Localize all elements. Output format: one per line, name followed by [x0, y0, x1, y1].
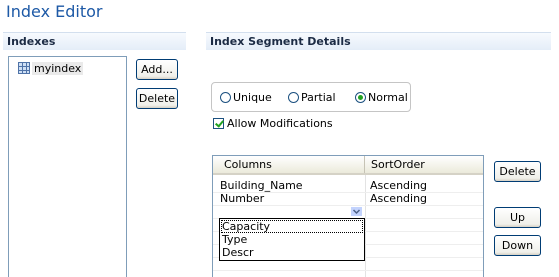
radio-normal-label: Normal [368, 91, 408, 104]
table-icon [18, 62, 30, 74]
index-item-label: myindex [32, 61, 84, 75]
segment-details-header: Index Segment Details [206, 32, 551, 50]
radio-unique[interactable]: Unique [220, 91, 272, 104]
index-editor: Index Editor Indexes myindex Add... Dele… [0, 0, 559, 277]
table-cell-sortorder[interactable]: Ascending [370, 179, 427, 192]
column-header-columns[interactable]: Columns [213, 156, 365, 173]
table-cell-column[interactable]: Building_Name [220, 179, 303, 192]
delete-index-button[interactable]: Delete [136, 88, 178, 109]
table-cell-sortorder[interactable]: Ascending [370, 192, 427, 205]
table-header-row: Columns SortOrder [213, 156, 483, 175]
chevron-down-icon[interactable] [351, 207, 362, 216]
indexes-section-header: Indexes [3, 32, 186, 50]
index-list-item[interactable]: myindex [18, 60, 84, 76]
column-header-sortorder[interactable]: SortOrder [365, 156, 483, 173]
row-divider [213, 270, 483, 271]
page-title: Index Editor [6, 2, 103, 21]
dropdown-option[interactable]: Descr [221, 246, 254, 259]
checkbox-check-icon[interactable] [213, 118, 224, 129]
radio-unique-circle[interactable] [220, 92, 231, 103]
add-index-button[interactable]: Add... [136, 59, 178, 80]
radio-partial-label: Partial [301, 91, 336, 104]
allow-modifications-checkbox[interactable]: Allow Modifications [213, 117, 333, 130]
table-cell-column[interactable]: Number [220, 192, 264, 205]
radio-partial[interactable]: Partial [288, 91, 336, 104]
move-up-button[interactable]: Up [494, 207, 541, 228]
radio-normal[interactable]: Normal [355, 91, 408, 104]
radio-unique-label: Unique [233, 91, 272, 104]
move-down-button[interactable]: Down [494, 235, 541, 256]
dropdown-option[interactable]: Type [221, 233, 247, 246]
delete-column-button[interactable]: Delete [494, 161, 541, 182]
index-list[interactable]: myindex [8, 56, 127, 277]
index-type-radio-group: Unique Partial Normal [211, 82, 411, 112]
allow-modifications-label: Allow Modifications [227, 117, 333, 130]
column-divider [365, 175, 366, 277]
radio-partial-circle[interactable] [288, 92, 299, 103]
column-dropdown-list[interactable]: Capacity Type Descr [219, 218, 365, 261]
dropdown-option[interactable]: Capacity [221, 220, 363, 233]
columns-table: Columns SortOrder Building_Name Ascendin… [212, 155, 484, 277]
radio-normal-circle[interactable] [355, 92, 366, 103]
row-divider [213, 205, 483, 206]
